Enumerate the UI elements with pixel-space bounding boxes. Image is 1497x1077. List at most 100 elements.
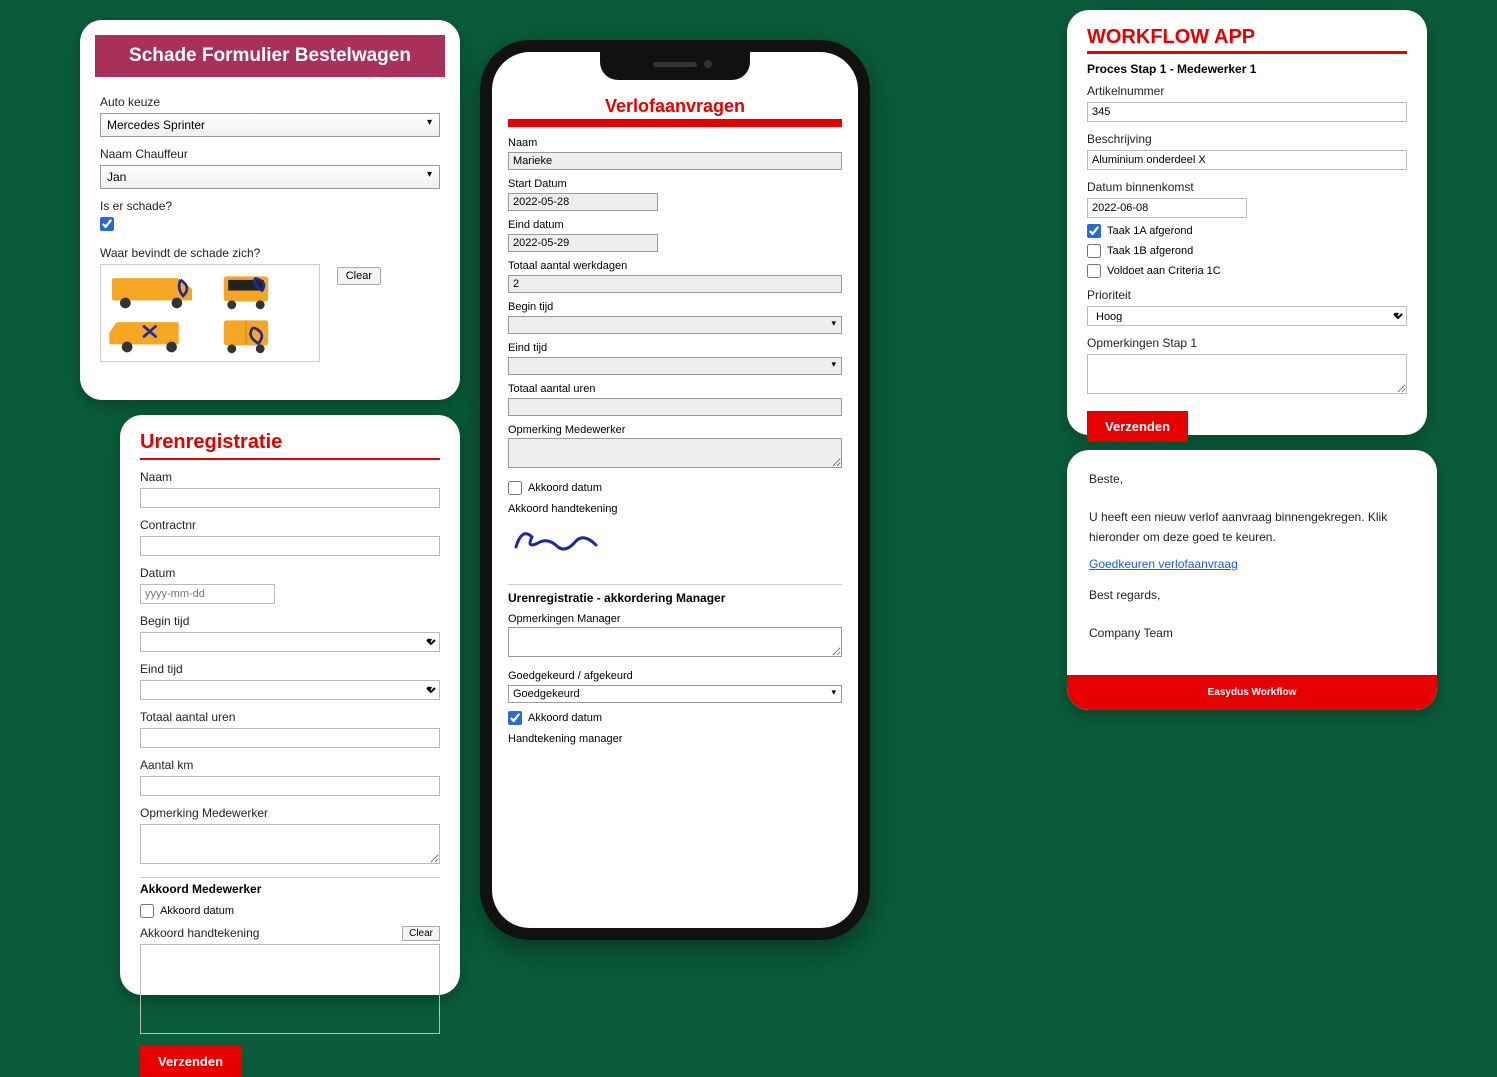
akk-datum2-checkbox[interactable] — [508, 711, 522, 725]
waar-question: Waar bevindt de schade zich? — [100, 246, 440, 260]
clear-button[interactable]: Clear — [337, 267, 381, 285]
phone-frame: Verlofaanvragen Naam Start Datum Eind da… — [480, 40, 870, 940]
dat-input[interactable] — [1087, 198, 1247, 218]
begin-select[interactable] — [508, 316, 842, 334]
werk-label: Totaal aantal werkdagen — [508, 260, 842, 272]
form-title-banner: Schade Formulier Bestelwagen — [95, 35, 445, 77]
email-footer: Easydus Workflow — [1067, 675, 1437, 710]
chauffeur-select[interactable]: Jan — [100, 165, 440, 189]
opm-step-label: Opmerkingen Stap 1 — [1087, 336, 1407, 350]
art-input[interactable] — [1087, 102, 1407, 122]
email-body-text: U heeft een nieuw verlof aanvraag binnen… — [1089, 508, 1415, 546]
opm-label: Opmerking Medewerker — [508, 424, 842, 436]
datum-label: Datum — [140, 566, 440, 580]
urenregistratie-card: Urenregistratie Naam Contractnr Datum Be… — [120, 415, 460, 995]
approve-link[interactable]: Goedkeuren verlofaanvraag — [1089, 555, 1238, 574]
eind-select[interactable] — [140, 680, 440, 700]
van-front-icon — [201, 271, 291, 311]
phone-screen: Verlofaanvragen Naam Start Datum Eind da… — [492, 52, 858, 928]
damage-form-card: Schade Formulier Bestelwagen Auto keuze … — [80, 20, 460, 400]
taak1b-checkbox[interactable] — [1087, 244, 1101, 258]
email-regards: Best regards, — [1089, 586, 1415, 605]
km-input[interactable] — [140, 776, 440, 796]
besch-input[interactable] — [1087, 150, 1407, 170]
eind-label: Eind datum — [508, 219, 842, 231]
sig-mgr-label: Handtekening manager — [508, 733, 842, 745]
akk-datum-label: Akkoord datum — [528, 482, 602, 494]
phone-notch — [600, 52, 750, 80]
criteria1c-label: Voldoet aan Criteria 1C — [1107, 265, 1221, 277]
start-label: Start Datum — [508, 178, 842, 190]
naam-input[interactable] — [508, 152, 842, 170]
opm-step-textarea[interactable] — [1087, 354, 1407, 394]
prio-select[interactable]: Hoog — [1087, 306, 1407, 326]
eind-label: Eind tijd — [140, 662, 440, 676]
email-team: Company Team — [1089, 624, 1415, 643]
start-input[interactable] — [508, 193, 658, 211]
uren-input[interactable] — [508, 398, 842, 416]
van-rear-icon — [201, 315, 291, 355]
criteria1c-checkbox[interactable] — [1087, 264, 1101, 278]
verzenden-button[interactable]: Verzenden — [1087, 411, 1188, 442]
schade-question: Is er schade? — [100, 199, 440, 213]
goed-select[interactable]: Goedgekeurd — [508, 685, 842, 703]
werk-input[interactable] — [508, 275, 842, 293]
sig-label: Akkoord handtekening — [140, 926, 440, 940]
workflow-title: WORKFLOW APP — [1087, 26, 1407, 49]
uren-title: Urenregistratie — [140, 431, 440, 460]
naam-label: Naam — [508, 137, 842, 149]
begin-label: Begin tijd — [140, 614, 440, 628]
totaal-label: Totaal aantal uren — [140, 710, 440, 724]
akk-datum-checkbox[interactable] — [508, 481, 522, 495]
red-divider — [508, 119, 842, 127]
taak1b-label: Taak 1B afgerond — [1107, 245, 1193, 257]
akkoord-datum-label: Akkoord datum — [160, 905, 234, 917]
eindt-select[interactable] — [508, 357, 842, 375]
verlof-title: Verlofaanvragen — [508, 96, 842, 117]
opm-label: Opmerking Medewerker — [140, 806, 440, 820]
akkoord-datum-checkbox[interactable] — [140, 904, 154, 918]
opm-textarea[interactable] — [508, 438, 842, 468]
eindt-label: Eind tijd — [508, 342, 842, 354]
red-underline — [1087, 51, 1407, 54]
van-side2-icon — [107, 315, 197, 355]
prio-label: Prioriteit — [1087, 288, 1407, 302]
begin-label: Begin tijd — [508, 301, 842, 313]
goed-label: Goedgekeurd / afgekeurd — [508, 670, 842, 682]
step-heading: Proces Stap 1 - Medewerker 1 — [1087, 62, 1407, 76]
van-side-icon — [107, 271, 197, 311]
naam-input[interactable] — [140, 488, 440, 508]
signature-icon — [508, 519, 628, 559]
van-diagram-area[interactable]: Clear — [100, 264, 320, 362]
begin-select[interactable] — [140, 632, 440, 652]
uren-label: Totaal aantal uren — [508, 383, 842, 395]
akk-datum2-label: Akkoord datum — [528, 712, 602, 724]
eind-input[interactable] — [508, 234, 658, 252]
naam-label: Naam — [140, 470, 440, 484]
akkoord-heading: Akkoord Medewerker — [140, 877, 440, 896]
auto-select[interactable]: Mercedes Sprinter — [100, 113, 440, 137]
taak1a-checkbox[interactable] — [1087, 224, 1101, 238]
workflow-app-card: WORKFLOW APP Proces Stap 1 - Medewerker … — [1067, 10, 1427, 435]
opm-textarea[interactable] — [140, 824, 440, 864]
email-greeting: Beste, — [1089, 470, 1415, 489]
sig-clear-button[interactable]: Clear — [402, 926, 440, 941]
contract-input[interactable] — [140, 536, 440, 556]
auto-label: Auto keuze — [100, 95, 440, 109]
akk-sig-label: Akkoord handtekening — [508, 503, 842, 515]
dat-label: Datum binnenkomst — [1087, 180, 1407, 194]
opm-mgr-textarea[interactable] — [508, 627, 842, 657]
taak1a-label: Taak 1A afgerond — [1107, 225, 1193, 237]
besch-label: Beschrijving — [1087, 132, 1407, 146]
schade-checkbox[interactable] — [100, 217, 114, 231]
verzenden-button[interactable]: Verzenden — [140, 1046, 241, 1077]
km-label: Aantal km — [140, 758, 440, 772]
totaal-input[interactable] — [140, 728, 440, 748]
signature-box[interactable] — [140, 944, 440, 1034]
email-card: Beste, U heeft een nieuw verlof aanvraag… — [1067, 450, 1437, 710]
chauffeur-label: Naam Chauffeur — [100, 147, 440, 161]
manager-section-heading: Urenregistratie - akkordering Manager — [508, 584, 842, 605]
art-label: Artikelnummer — [1087, 84, 1407, 98]
datum-input[interactable] — [140, 584, 275, 604]
opm-mgr-label: Opmerkingen Manager — [508, 613, 842, 625]
